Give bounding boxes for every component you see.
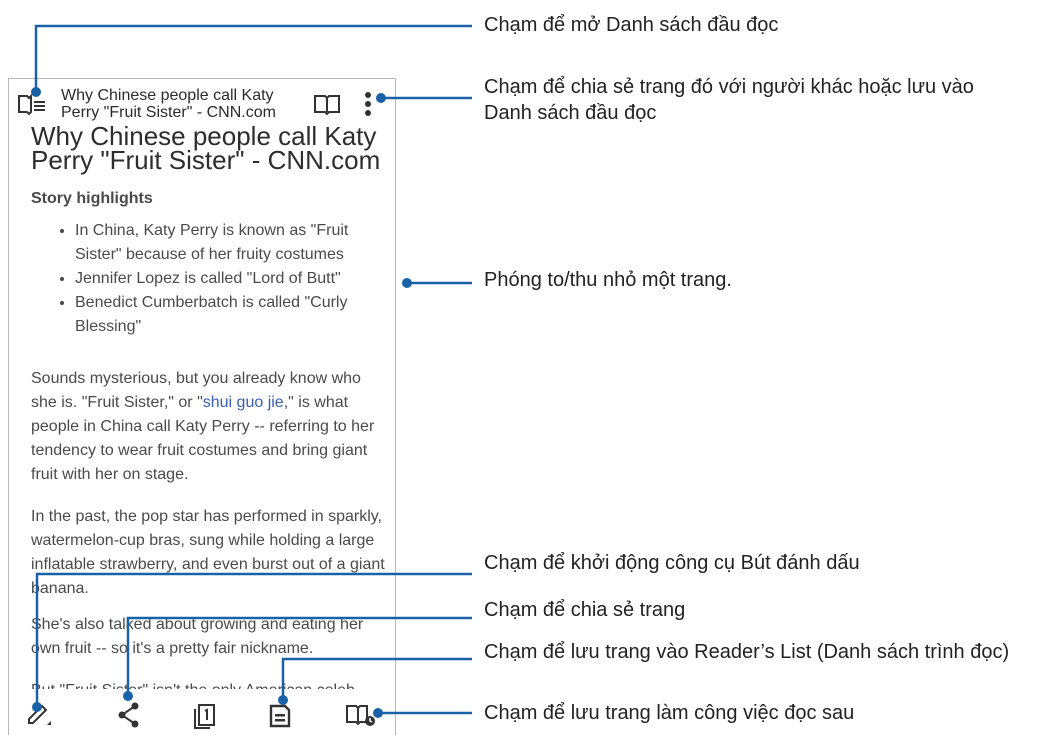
reading-list-icon[interactable]: [17, 92, 47, 116]
callout-open-reading-list: Chạm để mở Danh sách đầu đọc: [484, 14, 779, 36]
pen-icon[interactable]: [25, 701, 53, 729]
article-paragraph-1: Sounds mysterious, but you already know …: [31, 367, 391, 487]
callout-marker-tool: Chạm để khởi động công cụ Bút đánh dấu: [484, 552, 860, 574]
callout-save-to-readers-list: Chạm để lưu trang vào Reader’s List (Dan…: [484, 641, 1010, 663]
callout-share-or-save: Chạm để chia sẻ trang đó với người khác …: [484, 74, 974, 126]
callout-share-line-1: Chạm để chia sẻ trang đó với người khác …: [484, 76, 974, 98]
highlights-list: In China, Katy Perry is known as "Fruit …: [31, 219, 381, 339]
callout-zoom: Phóng to/thu nhỏ một trang.: [484, 269, 732, 291]
more-vert-icon[interactable]: [363, 91, 373, 117]
list-item: In China, Katy Perry is known as "Fruit …: [75, 219, 381, 267]
article-title: Perry "Fruit Sister" - CNN.com: [31, 145, 381, 175]
callout-read-later: Chạm để lưu trang làm công việc đọc sau: [484, 702, 855, 724]
header-title-line-1: Why Chinese people call Katy: [61, 87, 274, 104]
list-item: Jennifer Lopez is called "Lord of Butt": [75, 267, 381, 291]
read-later-icon[interactable]: [345, 701, 379, 729]
page-icon[interactable]: [192, 701, 218, 729]
shui-guo-jie-link[interactable]: shui guo jie: [203, 394, 284, 411]
bottom-toolbar: [9, 689, 395, 735]
phone-screen: Why Chinese people call Katy Perry "Frui…: [8, 78, 396, 735]
reader-header: Why Chinese people call Katy Perry "Frui…: [9, 79, 395, 125]
leader-dot: [402, 278, 412, 288]
callout-share-line-2: Danh sách đầu đọc: [484, 102, 657, 124]
book-icon[interactable]: [312, 92, 342, 116]
share-icon[interactable]: [116, 701, 142, 729]
story-highlights-heading: Story highlights: [31, 190, 153, 207]
header-page-title: Why Chinese people call Katy Perry "Frui…: [61, 87, 301, 121]
article-paragraph-2: In the past, the pop star has performed …: [31, 508, 385, 597]
list-item: Benedict Cumberbatch is called "Curly Bl…: [75, 291, 381, 339]
article-paragraph-3: She's also talked about growing and eati…: [31, 616, 364, 657]
callout-share-page: Chạm để chia sẻ trang: [484, 599, 686, 621]
save-icon[interactable]: [267, 700, 293, 730]
header-title-line-2: Perry "Fruit Sister" - CNN.com: [61, 104, 276, 121]
